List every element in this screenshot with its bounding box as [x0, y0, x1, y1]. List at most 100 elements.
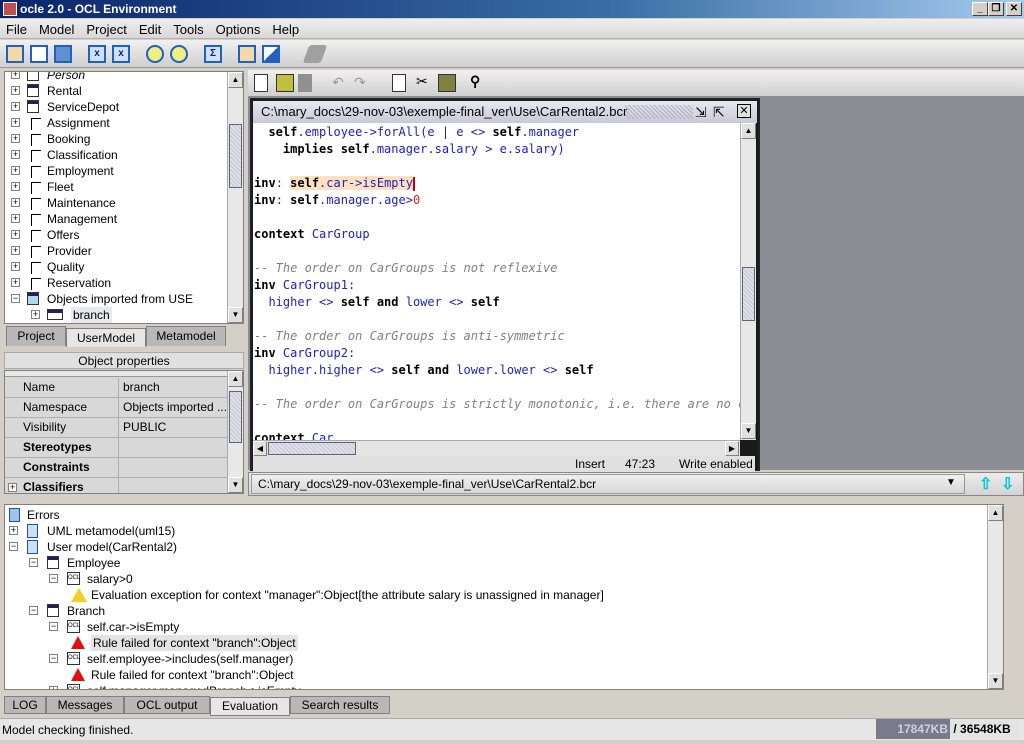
tab-usermodel[interactable]: UserModel — [66, 328, 146, 347]
model-tree-scrollbar[interactable]: ▲ ▼ — [227, 72, 243, 323]
collapse-toggle[interactable]: − — [49, 574, 58, 583]
collapse-toggle[interactable]: − — [49, 622, 58, 631]
error-tree-node[interactable]: − OCL salary>0 — [5, 571, 985, 587]
arrow-up-icon[interactable]: ⇧ — [979, 474, 992, 494]
tab-metamodel[interactable]: Metamodel — [146, 326, 226, 346]
import-xmi-icon[interactable]: x — [88, 45, 106, 63]
usecase-diagram-icon[interactable] — [262, 45, 280, 63]
tree-item[interactable]: + Rental — [5, 83, 225, 99]
tab-log[interactable]: LOG — [4, 696, 46, 714]
collapse-toggle[interactable]: − — [29, 558, 38, 567]
error-message-row[interactable]: Rule failed for context "branch":Object — [5, 635, 985, 651]
expand-toggle[interactable]: + — [11, 246, 20, 255]
tree-item[interactable]: + Quality — [5, 259, 225, 275]
menu-edit[interactable]: Edit — [133, 19, 167, 38]
tree-item[interactable]: + Person — [5, 72, 225, 83]
check-model-icon[interactable] — [146, 45, 164, 63]
expand-toggle[interactable]: + — [11, 182, 20, 191]
expand-toggle[interactable]: + — [11, 134, 20, 143]
error-tree-node[interactable]: − OCL self.employee->includes(self.manager… — [5, 651, 985, 667]
arrow-down-icon[interactable]: ⇩ — [1001, 474, 1014, 494]
property-row[interactable]: Stereotypes — [5, 438, 229, 458]
expand-toggle[interactable]: + — [11, 198, 20, 207]
scroll-up-arrow[interactable]: ▲ — [988, 505, 1003, 521]
tree-item[interactable]: − Objects imported from USE — [5, 291, 225, 307]
expand-toggle[interactable]: + — [11, 214, 20, 223]
tab-search-results[interactable]: Search results — [290, 696, 390, 714]
tab-evaluation[interactable]: Evaluation — [210, 697, 290, 716]
property-row[interactable]: Visibility PUBLIC — [5, 418, 229, 438]
class-diagram-icon[interactable] — [238, 45, 256, 63]
check-ocl-icon[interactable] — [170, 45, 188, 63]
properties-scrollbar[interactable]: ▲ ▼ — [227, 371, 243, 493]
memory-indicator[interactable]: 17847KB / 36548KB — [876, 719, 1018, 739]
tree-item[interactable]: + Management — [5, 211, 225, 227]
collapse-toggle[interactable]: − — [49, 654, 58, 663]
expand-toggle[interactable]: + — [11, 150, 20, 159]
evaluate-expression-icon[interactable]: Σ — [204, 45, 222, 63]
expand-toggle[interactable]: + — [11, 230, 20, 239]
tab-messages[interactable]: Messages — [46, 696, 124, 714]
tab-ocl-output[interactable]: OCL output — [124, 696, 210, 714]
file-path-combo[interactable]: C:\mary_docs\29-nov-03\exemple-final_ver… — [251, 474, 965, 494]
expand-toggle[interactable]: + — [11, 166, 20, 175]
properties-column-header[interactable] — [5, 371, 229, 377]
scroll-down-arrow[interactable]: ▼ — [741, 423, 756, 439]
expand-toggle[interactable]: + — [11, 86, 20, 95]
error-tree-node[interactable]: + UML metamodel(uml15) — [5, 523, 985, 539]
scroll-down-arrow[interactable]: ▼ — [228, 477, 243, 493]
new-file-icon[interactable] — [254, 74, 268, 92]
tree-item[interactable]: + Employment — [5, 163, 225, 179]
error-tree-node[interactable]: − Employee — [5, 555, 985, 571]
error-message-row[interactable]: Rule failed for context "branch":Object — [5, 667, 985, 683]
tree-item[interactable]: + branch — [5, 307, 225, 323]
property-value[interactable] — [118, 438, 230, 458]
scroll-thumb[interactable] — [268, 442, 356, 455]
menu-model[interactable]: Model — [33, 19, 80, 38]
minimize-button[interactable]: _ — [972, 2, 988, 16]
collapse-toggle[interactable]: − — [11, 294, 20, 303]
menu-file[interactable]: File — [0, 19, 33, 38]
scroll-down-arrow[interactable]: ▼ — [228, 307, 243, 323]
editor-title-bar[interactable]: C:\mary_docs\29-nov-03\exemple-final_ver… — [253, 101, 757, 123]
iconify-icon[interactable]: ⇲ — [695, 104, 707, 120]
save-project-icon[interactable] — [54, 45, 72, 63]
error-message-row[interactable]: Evaluation exception for context "manage… — [5, 587, 985, 603]
expand-toggle[interactable]: + — [11, 102, 20, 111]
property-row[interactable]: Name branch — [5, 378, 229, 398]
expand-toggle[interactable]: + — [49, 686, 58, 689]
property-row[interactable]: + Classifiers — [5, 478, 229, 493]
menu-options[interactable]: Options — [210, 19, 267, 38]
property-value[interactable] — [118, 458, 230, 478]
tree-item[interactable]: + Provider — [5, 243, 225, 259]
editor-vscrollbar[interactable]: ▲ ▼ — [740, 123, 756, 440]
menu-project[interactable]: Project — [80, 19, 132, 38]
cut-icon[interactable]: ✂ — [416, 73, 428, 90]
scroll-left-arrow[interactable]: ◀ — [253, 441, 267, 456]
property-value[interactable]: PUBLIC — [118, 418, 230, 438]
close-editor-icon[interactable]: ✕ — [737, 104, 751, 118]
tree-item[interactable]: + Reservation — [5, 275, 225, 291]
property-value[interactable]: Objects imported ... — [118, 398, 230, 418]
paste-icon[interactable] — [438, 74, 456, 92]
code-editor[interactable]: self.employee->forAll(e | e <> self.mana… — [253, 123, 740, 440]
expand-toggle[interactable]: + — [31, 310, 40, 319]
property-row[interactable]: Constraints — [5, 458, 229, 478]
expand-toggle[interactable]: + — [11, 118, 20, 127]
collapse-toggle[interactable]: − — [29, 606, 38, 615]
maximize-icon[interactable]: ⇱ — [713, 104, 725, 120]
restore-button[interactable]: ❐ — [988, 2, 1004, 16]
expand-toggle[interactable]: + — [11, 72, 20, 79]
tree-item[interactable]: + Assignment — [5, 115, 225, 131]
error-tree-node[interactable]: − OCL self.car->isEmpty — [5, 619, 985, 635]
expand-toggle[interactable]: + — [11, 278, 20, 287]
scroll-thumb[interactable] — [229, 391, 242, 443]
expand-toggle[interactable]: + — [8, 483, 17, 492]
expand-toggle[interactable]: + — [9, 526, 18, 535]
scroll-thumb[interactable] — [742, 267, 755, 321]
open-project-icon[interactable] — [30, 45, 48, 63]
scroll-right-arrow[interactable]: ▶ — [725, 441, 739, 456]
copy-icon[interactable] — [392, 74, 406, 92]
tree-item[interactable]: + Maintenance — [5, 195, 225, 211]
find-icon[interactable]: ⚲ — [470, 73, 480, 90]
